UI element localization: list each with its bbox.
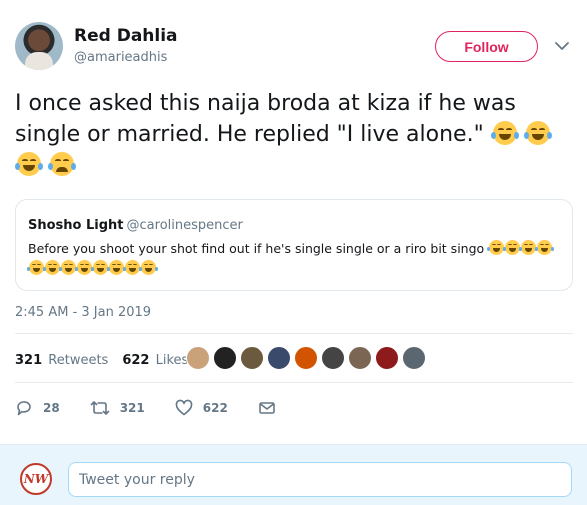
- current-user-avatar: NW: [20, 463, 52, 495]
- liker-avatar[interactable]: [348, 346, 372, 370]
- liker-avatar[interactable]: [213, 346, 237, 370]
- likes-stat[interactable]: 622 Likes: [122, 353, 188, 368]
- tweet-timestamp[interactable]: 2:45 AM - 3 Jan 2019: [15, 305, 151, 320]
- quoted-display-name: Shosho Light: [28, 218, 124, 233]
- quoted-body: Before you shoot your shot find out if h…: [28, 241, 485, 256]
- tweet-header: Red Dahlia @amarieadhis Follow: [0, 0, 587, 80]
- reply-button[interactable]: 28: [15, 399, 60, 417]
- quoted-handle: @carolinespencer: [126, 218, 243, 233]
- joy-emoji-icon: [43, 260, 62, 275]
- liker-avatar[interactable]: [267, 346, 291, 370]
- liker-avatar[interactable]: [240, 346, 264, 370]
- direct-message-button[interactable]: [258, 400, 286, 416]
- author-display-name[interactable]: Red Dahlia: [74, 26, 178, 46]
- joy-emoji-icon: [59, 260, 78, 275]
- joy-emoji-icon: [91, 260, 110, 275]
- retweet-icon: [90, 401, 110, 415]
- engagement-stats: 321 Retweets 622 Likes: [15, 342, 202, 378]
- author-handle[interactable]: @amarieadhis: [74, 50, 167, 65]
- retweets-stat[interactable]: 321 Retweets: [15, 353, 108, 368]
- follow-button[interactable]: Follow: [435, 31, 538, 62]
- joy-emoji-icon: [107, 260, 126, 275]
- quoted-tweet[interactable]: Shosho Light @carolinespencer Before you …: [15, 199, 573, 291]
- tweet-text: I once asked this naija broda at kiza if…: [15, 88, 575, 181]
- envelope-icon: [259, 402, 275, 414]
- joy-emoji-icon: [75, 260, 94, 275]
- joy-emoji-icon: [535, 240, 555, 255]
- like-count: 622: [202, 401, 228, 415]
- likes-label: Likes: [155, 352, 189, 368]
- retweet-count: 321: [119, 401, 145, 415]
- likes-count: 622: [122, 352, 150, 368]
- reply-composer: NW Tweet your reply: [0, 444, 587, 505]
- crying-emoji-icon: [48, 152, 76, 176]
- reply-icon: [17, 401, 31, 416]
- liker-avatar[interactable]: [186, 346, 210, 370]
- joy-emoji-icon: [523, 121, 552, 145]
- joy-emoji-icon: [487, 240, 507, 255]
- liker-avatars: [186, 346, 429, 370]
- author-avatar[interactable]: [15, 22, 63, 70]
- joy-emoji-icon: [139, 260, 158, 275]
- liker-avatar[interactable]: [294, 346, 318, 370]
- tweet-body: I once asked this naija broda at kiza if…: [15, 91, 516, 147]
- quoted-author: Shosho Light @carolinespencer: [28, 218, 243, 233]
- retweets-label: Retweets: [48, 352, 109, 368]
- quoted-text: Before you shoot your shot find out if h…: [27, 239, 568, 279]
- liker-avatar[interactable]: [321, 346, 345, 370]
- reply-count: 28: [43, 401, 60, 415]
- divider: [15, 382, 573, 383]
- joy-emoji-icon: [123, 260, 142, 275]
- reply-input[interactable]: Tweet your reply: [68, 462, 572, 497]
- retweets-count: 321: [15, 352, 43, 368]
- like-button[interactable]: 622: [175, 399, 228, 417]
- heart-icon: [175, 399, 193, 416]
- liker-avatar[interactable]: [375, 346, 399, 370]
- joy-emoji-icon: [490, 121, 519, 145]
- liker-avatar[interactable]: [402, 346, 426, 370]
- joy-emoji-icon: [15, 152, 43, 176]
- joy-emoji-icon: [27, 260, 46, 275]
- joy-emoji-icon: [519, 240, 539, 255]
- joy-emoji-icon: [503, 240, 523, 255]
- chevron-down-icon[interactable]: [552, 36, 572, 56]
- divider: [15, 333, 573, 334]
- retweet-button[interactable]: 321: [90, 399, 145, 417]
- action-bar: 28 321 622: [15, 396, 316, 420]
